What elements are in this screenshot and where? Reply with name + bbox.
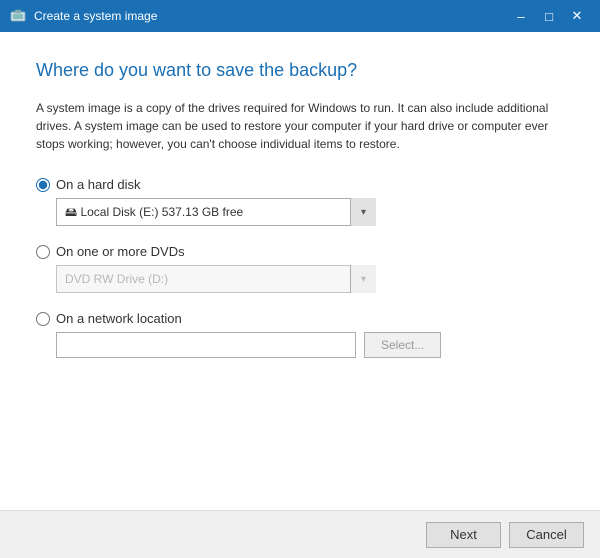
close-button[interactable]: ✕ [564, 6, 590, 26]
hard-disk-label: On a hard disk [56, 177, 141, 192]
network-radio-label[interactable]: On a network location [36, 311, 564, 326]
hard-disk-select[interactable]: 🖴 Local Disk (E:) 537.13 GB free [56, 198, 376, 226]
hard-disk-radio-label[interactable]: On a hard disk [36, 177, 564, 192]
title-bar-icon [10, 8, 26, 24]
dvd-select[interactable]: DVD RW Drive (D:) [56, 265, 376, 293]
cancel-button[interactable]: Cancel [509, 522, 584, 548]
hard-disk-radio[interactable] [36, 178, 50, 192]
dvd-label: On one or more DVDs [56, 244, 185, 259]
title-bar-controls: – □ ✕ [508, 6, 590, 26]
minimize-button[interactable]: – [508, 6, 534, 26]
next-button[interactable]: Next [426, 522, 501, 548]
maximize-button[interactable]: □ [536, 6, 562, 26]
description-text: A system image is a copy of the drives r… [36, 99, 564, 153]
network-location-row: Select... [56, 332, 564, 358]
footer: Next Cancel [0, 510, 600, 558]
dvd-radio[interactable] [36, 245, 50, 259]
network-select-button[interactable]: Select... [364, 332, 441, 358]
dvd-radio-label[interactable]: On one or more DVDs [36, 244, 564, 259]
network-label: On a network location [56, 311, 182, 326]
title-bar-title: Create a system image [34, 9, 508, 23]
page-heading: Where do you want to save the backup? [36, 60, 564, 81]
main-content: Where do you want to save the backup? A … [0, 32, 600, 510]
network-radio[interactable] [36, 312, 50, 326]
options-section: On a hard disk 🖴 Local Disk (E:) 537.13 … [36, 177, 564, 494]
title-bar: Create a system image – □ ✕ [0, 0, 600, 32]
network-location-input[interactable] [56, 332, 356, 358]
network-option-group: On a network location Select... [36, 311, 564, 358]
hard-disk-select-wrapper: 🖴 Local Disk (E:) 537.13 GB free ▾ [56, 198, 376, 226]
hard-disk-option-group: On a hard disk 🖴 Local Disk (E:) 537.13 … [36, 177, 564, 226]
dvd-option-group: On one or more DVDs DVD RW Drive (D:) ▾ [36, 244, 564, 293]
dvd-select-wrapper: DVD RW Drive (D:) ▾ [56, 265, 376, 293]
